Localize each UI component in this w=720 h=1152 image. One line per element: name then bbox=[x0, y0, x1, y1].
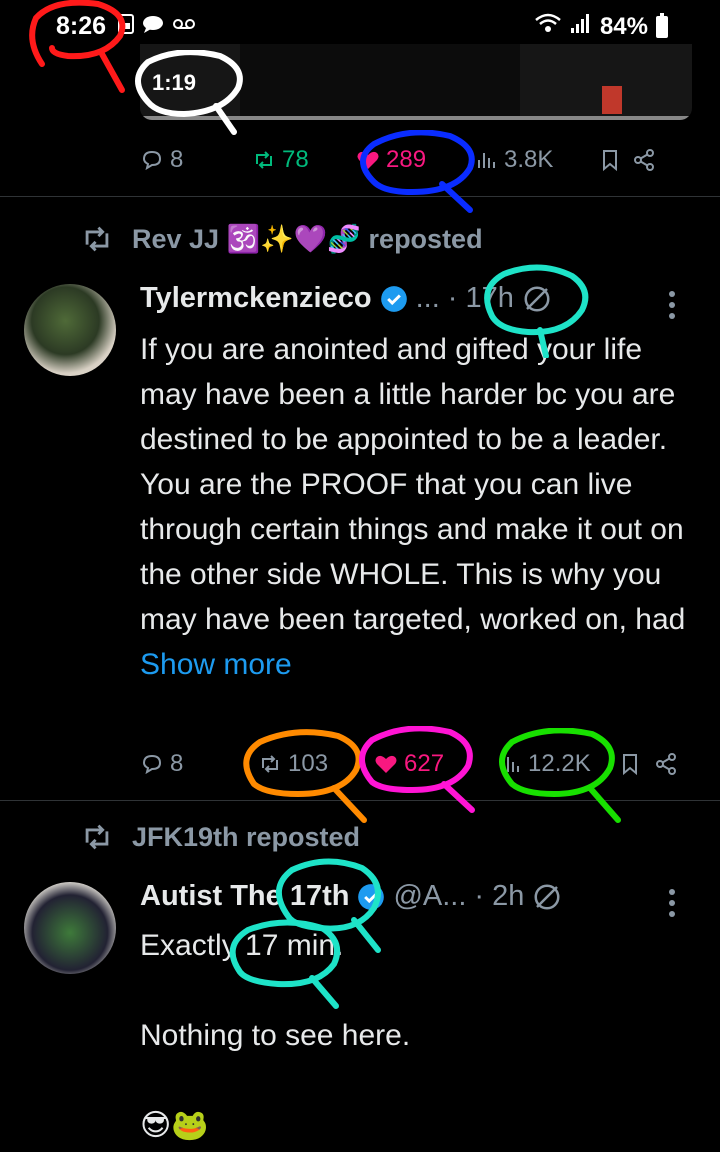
status-left-icons bbox=[118, 14, 196, 40]
verified-badge-icon bbox=[380, 285, 407, 312]
share-icon bbox=[634, 149, 654, 171]
author-name[interactable]: Autist The 17th bbox=[140, 880, 349, 913]
bookmark-button[interactable] bbox=[618, 752, 654, 776]
reply-button[interactable]: 8 bbox=[140, 750, 258, 778]
bookmark-icon bbox=[623, 754, 637, 776]
repost-count: 103 bbox=[288, 750, 329, 777]
repost-header-text: Rev JJ 🕉️✨💜🧬 reposted bbox=[132, 224, 483, 254]
battery-percent: 84% bbox=[599, 12, 648, 40]
video-frame bbox=[240, 44, 520, 120]
like-button[interactable]: 289 bbox=[356, 146, 474, 174]
repost-icon bbox=[256, 151, 272, 169]
tweet2-repost-header[interactable]: JFK19th reposted bbox=[80, 820, 360, 854]
repost-icon bbox=[85, 226, 109, 252]
like-button[interactable]: 627 bbox=[374, 750, 498, 778]
views-icon bbox=[502, 757, 519, 772]
repost-header-text: JFK19th reposted bbox=[132, 821, 361, 852]
tweet-divider bbox=[0, 800, 720, 801]
view-count: 3.8K bbox=[504, 146, 554, 173]
avatar[interactable] bbox=[24, 284, 116, 376]
author-handle[interactable]: ... bbox=[416, 282, 440, 315]
reply-button[interactable]: 8 bbox=[140, 146, 252, 174]
tweet-time[interactable]: · 2h bbox=[474, 880, 524, 913]
tweet1-actions: 8 103 627 12.2K bbox=[140, 744, 700, 784]
view-count: 12.2K bbox=[528, 750, 591, 777]
views-button[interactable]: 3.8K bbox=[474, 146, 598, 174]
signal-icon bbox=[570, 12, 592, 41]
chat-icon bbox=[142, 14, 164, 40]
battery-icon bbox=[656, 12, 668, 38]
video-duration: 1:19 bbox=[152, 70, 197, 95]
views-icon bbox=[478, 153, 495, 168]
author-handle[interactable]: @A... bbox=[393, 880, 466, 913]
share-icon bbox=[656, 753, 676, 775]
share-button[interactable] bbox=[654, 752, 678, 776]
grok-icon[interactable] bbox=[532, 882, 562, 912]
tweet2-text-line1: Exactly 17 min. bbox=[140, 929, 344, 962]
share-button[interactable] bbox=[632, 148, 656, 172]
heart-icon bbox=[375, 755, 397, 773]
tweet0-actions: 8 78 289 3.8K bbox=[140, 140, 700, 180]
more-options-icon[interactable] bbox=[667, 290, 677, 320]
tweet2-text-line3: 😎🐸 bbox=[140, 1109, 209, 1142]
like-count: 627 bbox=[404, 750, 445, 777]
photo-icon bbox=[118, 14, 134, 40]
verified-badge-icon bbox=[358, 883, 385, 910]
reply-count: 8 bbox=[170, 750, 184, 777]
repost-button[interactable]: 103 bbox=[258, 750, 374, 778]
voicemail-icon bbox=[172, 14, 196, 40]
more-options-icon[interactable] bbox=[667, 888, 677, 918]
repost-icon bbox=[262, 755, 278, 773]
avatar[interactable] bbox=[24, 882, 116, 974]
status-time: 8:26 bbox=[56, 12, 107, 40]
reply-count: 8 bbox=[170, 146, 184, 173]
show-more-link[interactable]: Show more bbox=[140, 648, 292, 681]
status-right: 84% bbox=[534, 12, 668, 41]
video-player[interactable] bbox=[140, 44, 692, 120]
views-button[interactable]: 12.2K bbox=[498, 750, 618, 778]
reply-icon bbox=[142, 150, 162, 171]
heart-icon bbox=[357, 151, 379, 169]
wifi-icon bbox=[534, 12, 562, 41]
tweet-time[interactable]: · 17h bbox=[448, 282, 514, 315]
video-overlay-tag bbox=[602, 86, 622, 114]
tweet1-text: If you are anointed and gifted your life… bbox=[140, 327, 700, 687]
repost-icon bbox=[85, 824, 109, 850]
repost-button[interactable]: 78 bbox=[252, 146, 356, 174]
video-progress-bar[interactable] bbox=[140, 116, 692, 120]
reply-icon bbox=[142, 754, 162, 775]
grok-icon[interactable] bbox=[522, 284, 552, 314]
bookmark-icon bbox=[603, 150, 617, 172]
tweet2-header: Autist The 17th @A... · 2h bbox=[140, 880, 562, 913]
tweet1-repost-header[interactable]: Rev JJ 🕉️✨💜🧬 reposted bbox=[80, 222, 483, 256]
tweet2-text-line2: Nothing to see here. bbox=[140, 1019, 411, 1052]
author-name[interactable]: Tylermckenzieco bbox=[140, 282, 372, 315]
tweet-divider bbox=[0, 196, 720, 197]
tweet-body: If you are anointed and gifted your life… bbox=[140, 333, 686, 636]
tweet1-header: Tylermckenzieco ... · 17h bbox=[140, 282, 552, 315]
like-count: 289 bbox=[386, 146, 427, 173]
bookmark-button[interactable] bbox=[598, 148, 632, 172]
repost-count: 78 bbox=[282, 146, 309, 173]
